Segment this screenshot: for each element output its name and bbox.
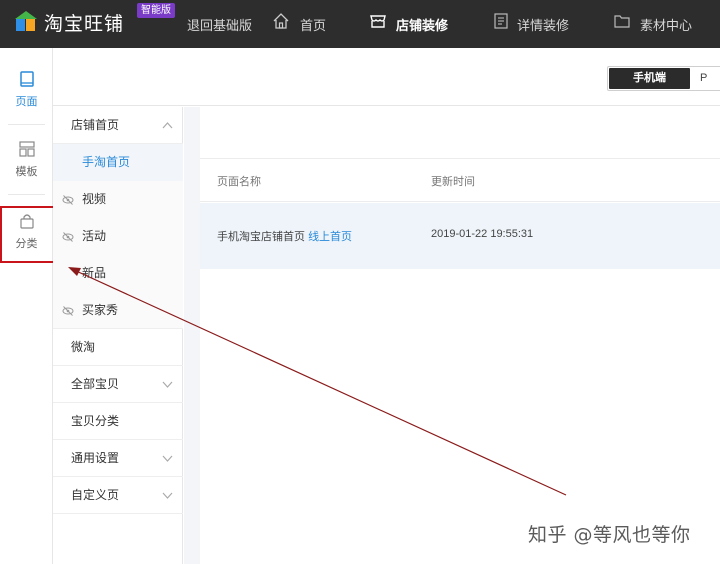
- subnav-label: 自定义页: [71, 488, 120, 502]
- rail-divider: [8, 194, 45, 195]
- table-header: 页面名称 更新时间: [200, 158, 720, 202]
- page-name-text: 手机淘宝店铺首页: [217, 231, 305, 243]
- highlight-annotation: [0, 206, 57, 263]
- subnav-label: 微淘: [71, 340, 96, 354]
- home-link[interactable]: 首页: [300, 15, 326, 34]
- home-icon[interactable]: [272, 12, 290, 30]
- material-center-link[interactable]: 素材中心: [640, 15, 692, 34]
- subnav-label: 买家秀: [82, 303, 119, 317]
- page-icon: [19, 71, 34, 87]
- chevron-down-icon[interactable]: [162, 453, 173, 464]
- rail-template-label: 模板: [15, 166, 38, 178]
- rail-page-label: 页面: [15, 96, 38, 108]
- chevron-down-icon[interactable]: [162, 490, 173, 501]
- top-bar: 淘宝旺铺 智能版 退回基础版 首页 店铺装修 详情装修 素材中心: [0, 0, 720, 48]
- rail-divider: [8, 124, 45, 125]
- subnav-custom-page[interactable]: 自定义页: [53, 477, 183, 514]
- brand-title[interactable]: 淘宝旺铺: [44, 9, 124, 36]
- subnav-video[interactable]: 视频: [53, 181, 183, 218]
- subnav-label: 店铺首页: [71, 118, 120, 132]
- subnav-label: 视频: [82, 192, 107, 206]
- online-home-link[interactable]: 线上首页: [308, 231, 352, 243]
- content-gutter: [184, 107, 200, 564]
- subnav-buyer-show[interactable]: 买家秀: [53, 292, 183, 329]
- subnav-all-items[interactable]: 全部宝贝: [53, 366, 183, 403]
- folder-icon[interactable]: [613, 12, 631, 30]
- column-update-time: 更新时间: [431, 176, 475, 188]
- subnav-item-category[interactable]: 宝贝分类: [53, 403, 183, 440]
- watermark: 知乎 @等风也等你: [528, 524, 691, 546]
- rail-template[interactable]: 模板: [0, 140, 53, 179]
- subnav-common-settings[interactable]: 通用设置: [53, 440, 183, 477]
- subnav-label: 全部宝贝: [71, 377, 120, 391]
- subnav-activity[interactable]: 活动: [53, 218, 183, 255]
- row-page-name: 手机淘宝店铺首页 线上首页: [217, 228, 352, 244]
- left-rail: 页面 模板 分类: [0, 48, 53, 564]
- table-row[interactable]: 手机淘宝店铺首页 线上首页 2019-01-22 19:55:31: [200, 203, 720, 269]
- subnav-label: 宝贝分类: [71, 414, 120, 428]
- column-page-name: 页面名称: [217, 176, 261, 188]
- subnav-label: 活动: [82, 229, 107, 243]
- subnav-mobile-home[interactable]: 手淘首页: [53, 144, 183, 181]
- row-update-time: 2019-01-22 19:55:31: [431, 228, 534, 240]
- eye-hidden-icon[interactable]: [62, 305, 74, 317]
- subnav-weitao[interactable]: 微淘: [53, 329, 183, 366]
- subnav-label: 手淘首页: [82, 155, 131, 169]
- mobile-view-button[interactable]: 手机端: [609, 68, 690, 89]
- eye-hidden-icon[interactable]: [62, 231, 74, 243]
- template-icon: [18, 141, 35, 157]
- edition-badge: 智能版: [137, 3, 175, 18]
- subnav-label: 新品: [82, 266, 107, 280]
- detail-page-icon[interactable]: [492, 12, 510, 30]
- chevron-up-icon[interactable]: [162, 120, 173, 131]
- store-logo-icon[interactable]: [15, 10, 37, 32]
- back-to-basic-link[interactable]: 退回基础版: [187, 15, 252, 34]
- subnav-shop-home[interactable]: 店铺首页: [53, 107, 183, 144]
- pc-view-button[interactable]: P: [700, 68, 720, 89]
- page-subnav: 店铺首页 手淘首页 视频 活动 新品 买家秀 微淘 全部宝贝 宝贝分类 通用设置…: [53, 107, 183, 564]
- detail-decoration-link[interactable]: 详情装修: [517, 15, 569, 34]
- chevron-down-icon[interactable]: [162, 379, 173, 390]
- shop-decoration-icon[interactable]: [369, 12, 387, 30]
- shop-decoration-link[interactable]: 店铺装修: [396, 15, 448, 34]
- eye-hidden-icon[interactable]: [62, 194, 74, 206]
- subnav-new[interactable]: 新品: [53, 255, 183, 292]
- subnav-label: 通用设置: [71, 451, 120, 465]
- rail-page[interactable]: 页面: [0, 70, 53, 109]
